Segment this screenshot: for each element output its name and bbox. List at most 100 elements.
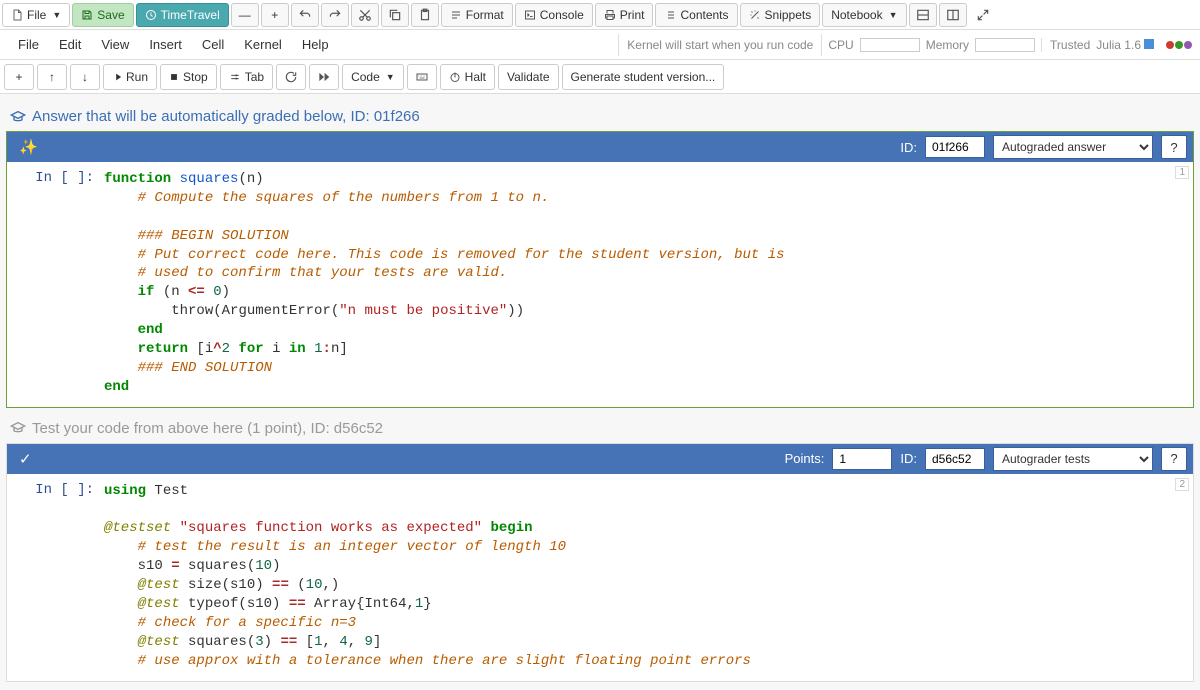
notebook-dropdown[interactable]: Notebook ▼	[822, 3, 906, 27]
menu-view[interactable]: View	[91, 33, 139, 56]
id-input-2[interactable]	[925, 448, 985, 470]
menu-file[interactable]: File	[8, 33, 49, 56]
move-down-button[interactable]: ↓	[70, 64, 100, 90]
file-label: File	[27, 8, 46, 22]
stop-icon	[169, 72, 179, 82]
code-1[interactable]: function squares(n) # Compute the square…	[102, 162, 1193, 407]
grade-type-select-2[interactable]: Autograder tests	[993, 447, 1153, 471]
menu-insert[interactable]: Insert	[139, 33, 192, 56]
header-2-text: Test your code from above here (1 point)…	[32, 420, 383, 437]
nbgrader-header-1: Answer that will be automatically graded…	[6, 104, 1194, 131]
code-2[interactable]: using Test @testset "squares function wo…	[102, 474, 1193, 681]
format-button[interactable]: Format	[441, 3, 513, 27]
save-button[interactable]: Save	[72, 3, 133, 27]
list-icon	[664, 9, 676, 21]
menu-edit[interactable]: Edit	[49, 33, 91, 56]
copy-icon	[388, 8, 402, 22]
cell-1[interactable]: ✨ ID: Autograded answer ? 1 In [ ]: func…	[6, 131, 1194, 408]
cpu-label: CPU	[828, 38, 853, 52]
power-icon	[449, 71, 461, 83]
split-vertical-button[interactable]	[939, 3, 967, 27]
play-icon	[112, 72, 122, 82]
id-input-1[interactable]	[925, 136, 985, 158]
zoom-out-button[interactable]: —	[231, 3, 259, 27]
help-button-2[interactable]: ?	[1161, 447, 1187, 471]
keyboard-icon	[414, 71, 430, 83]
notebook-label: Notebook	[831, 8, 882, 22]
help-button-1[interactable]: ?	[1161, 135, 1187, 159]
paste-button[interactable]	[411, 3, 439, 27]
jupyter-menubar: File Edit View Insert Cell Kernel Help K…	[0, 30, 1200, 60]
keyboard-button[interactable]	[407, 64, 437, 90]
cut-button[interactable]	[351, 3, 379, 27]
zoom-in-button[interactable]: +	[261, 3, 289, 27]
format-label: Format	[466, 8, 504, 22]
memory-meter	[975, 38, 1035, 52]
cell-2-linenum: 2	[1175, 478, 1189, 491]
cell-1-linenum: 1	[1175, 166, 1189, 179]
prompt-1: In [ ]:	[7, 162, 102, 407]
console-button[interactable]: Console	[515, 3, 593, 27]
undo-button[interactable]	[291, 3, 319, 27]
undo-icon	[298, 8, 312, 22]
tab-button[interactable]: Tab	[220, 64, 273, 90]
move-up-button[interactable]: ↑	[37, 64, 67, 90]
points-input[interactable]	[832, 448, 892, 470]
console-label: Console	[540, 8, 584, 22]
lang-indicator	[1144, 39, 1154, 49]
kernel-lang[interactable]: Julia 1.6	[1096, 38, 1154, 52]
restart-button[interactable]	[276, 64, 306, 90]
menu-help[interactable]: Help	[292, 33, 339, 56]
tab-label: Tab	[245, 70, 264, 84]
gensv-label: Generate student version...	[571, 70, 716, 84]
copy-button[interactable]	[381, 3, 409, 27]
jupyter-toolbar: + ↑ ↓ Run Stop Tab Code ▼ Halt Validate …	[0, 60, 1200, 94]
nbgrader-bar-2: ✓ Points: ID: Autograder tests ?	[7, 444, 1193, 474]
snippets-label: Snippets	[765, 8, 812, 22]
run-label: Run	[126, 70, 148, 84]
validate-button[interactable]: Validate	[498, 64, 558, 90]
grad-cap-icon	[10, 420, 26, 436]
grade-type-select-1[interactable]: Autograded answer	[993, 135, 1153, 159]
menu-kernel[interactable]: Kernel	[234, 33, 292, 56]
stop-button[interactable]: Stop	[160, 64, 217, 90]
stop-label: Stop	[183, 70, 208, 84]
id-label-1: ID:	[900, 140, 917, 155]
cell-type-dropdown[interactable]: Code ▼	[342, 64, 404, 90]
paste-icon	[418, 8, 432, 22]
generate-student-button[interactable]: Generate student version...	[562, 64, 725, 90]
print-button[interactable]: Print	[595, 3, 654, 27]
print-icon	[604, 9, 616, 21]
restart-icon	[284, 70, 298, 84]
redo-button[interactable]	[321, 3, 349, 27]
tab-icon	[229, 72, 241, 82]
header-1-text: Answer that will be automatically graded…	[32, 108, 420, 125]
wand-icon: ✨	[13, 138, 44, 156]
contents-label: Contents	[680, 8, 728, 22]
magic-icon	[749, 9, 761, 21]
split-h-icon	[916, 8, 930, 22]
id-label-2: ID:	[900, 451, 917, 466]
insert-cell-button[interactable]: +	[4, 64, 34, 90]
split-horizontal-button[interactable]	[909, 3, 937, 27]
menu-cell[interactable]: Cell	[192, 33, 234, 56]
file-menu-button[interactable]: File ▼	[2, 3, 70, 27]
cell-type-label: Code	[351, 70, 380, 84]
timetravel-button[interactable]: TimeTravel	[136, 3, 229, 27]
cut-icon	[358, 8, 372, 22]
halt-label: Halt	[465, 70, 486, 84]
snippets-button[interactable]: Snippets	[740, 3, 821, 27]
fast-forward-icon	[317, 70, 331, 84]
run-all-button[interactable]	[309, 64, 339, 90]
points-label: Points:	[785, 451, 825, 466]
save-label: Save	[97, 8, 124, 22]
cocalc-topbar: File ▼ Save TimeTravel — + Format Consol…	[0, 0, 1200, 30]
grad-cap-icon	[10, 109, 26, 125]
kernel-status: Kernel will start when you run code CPU …	[618, 34, 1192, 56]
run-button[interactable]: Run	[103, 64, 157, 90]
contents-button[interactable]: Contents	[655, 3, 737, 27]
halt-button[interactable]: Halt	[440, 64, 495, 90]
chevron-down-icon: ▼	[52, 10, 61, 20]
cell-2[interactable]: ✓ Points: ID: Autograder tests ? 2 In [ …	[6, 443, 1194, 682]
expand-button[interactable]	[969, 3, 997, 27]
